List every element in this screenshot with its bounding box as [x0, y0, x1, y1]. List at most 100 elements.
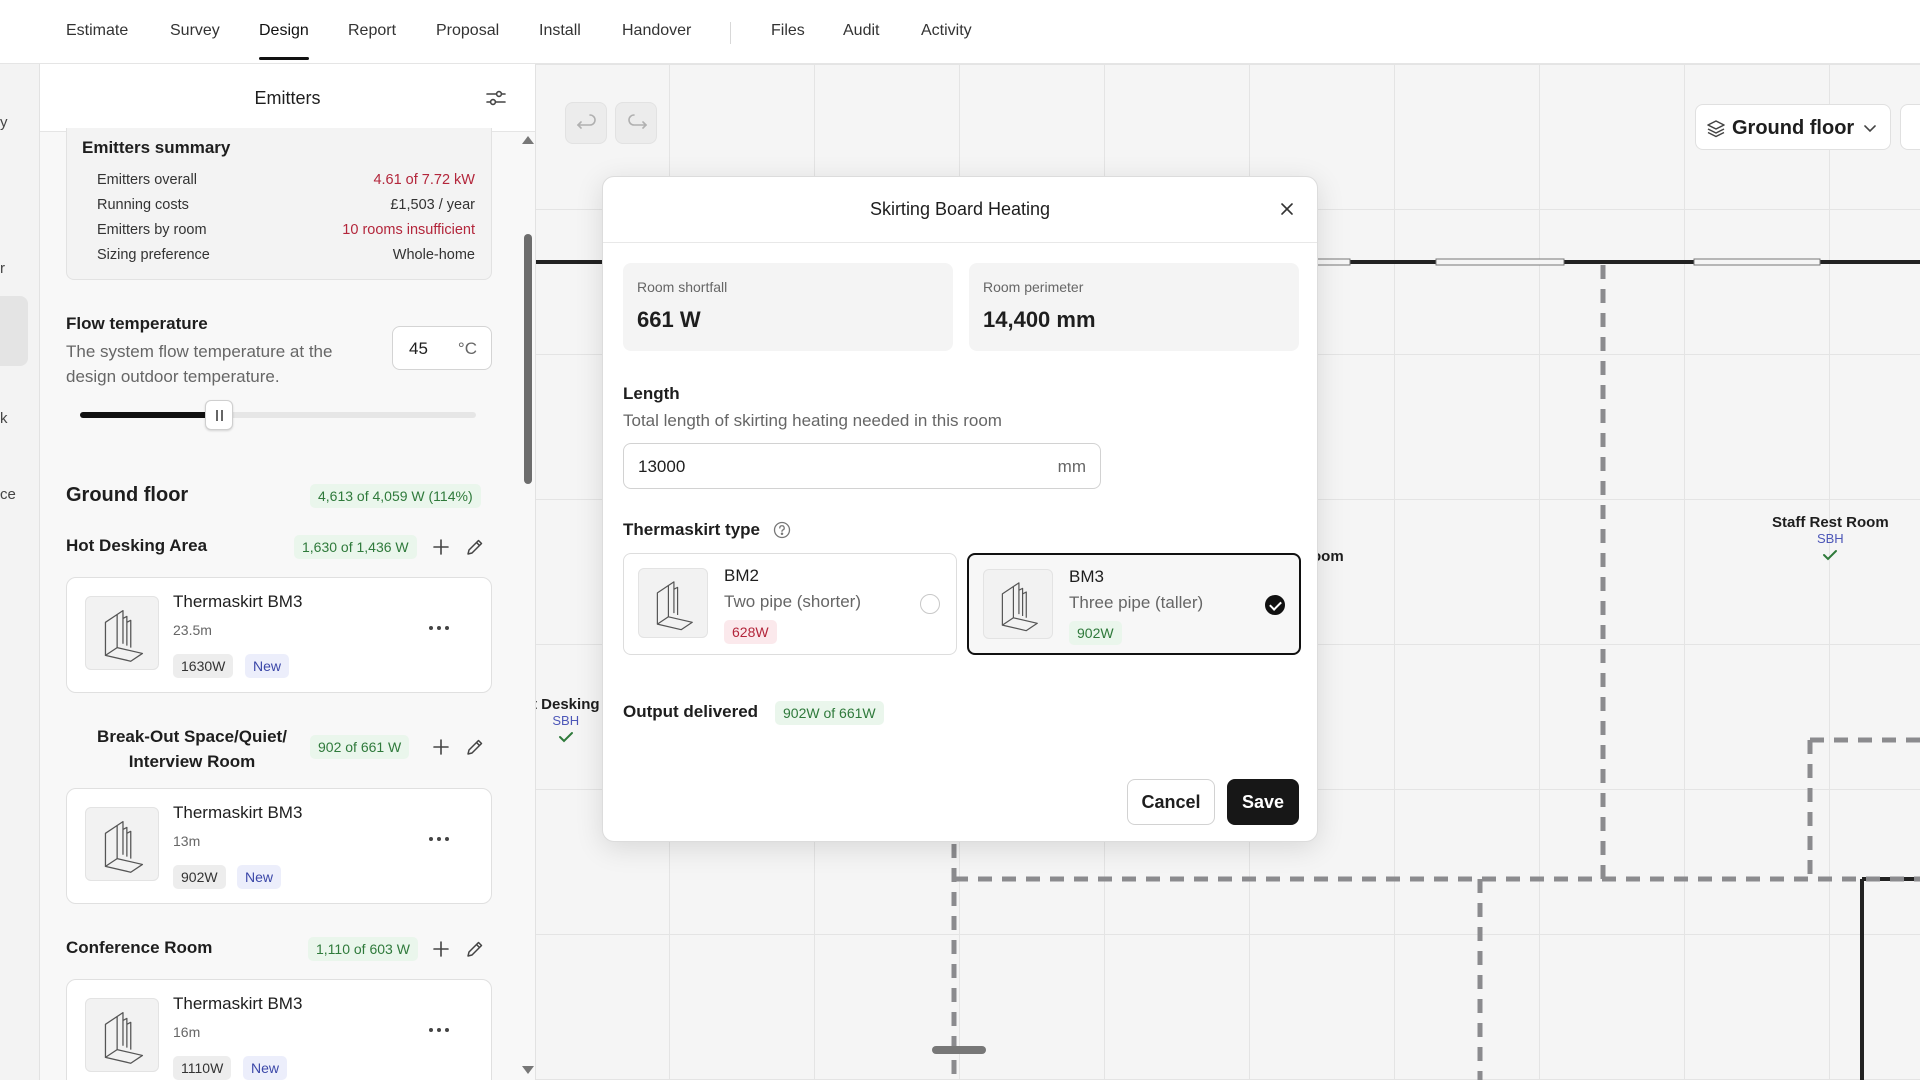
tab-estimate[interactable]: Estimate: [66, 22, 128, 40]
filter-settings-icon[interactable]: [484, 86, 508, 110]
save-button[interactable]: Save: [1227, 779, 1299, 825]
tab-activity[interactable]: Activity: [921, 22, 972, 40]
length-unit: mm: [1057, 457, 1086, 476]
scroll-thumb[interactable]: [524, 234, 532, 484]
emitter-length: 13m: [173, 833, 201, 849]
rail-fragment[interactable]: r: [0, 260, 5, 277]
emitter-name: Thermaskirt BM3: [173, 803, 303, 822]
tab-install[interactable]: Install: [539, 22, 581, 40]
tab-design[interactable]: Design: [259, 22, 309, 60]
flow-temperature-description: The system flow temperature at the desig…: [66, 342, 333, 386]
tab-report[interactable]: Report: [348, 22, 396, 40]
length-value[interactable]: 13000: [638, 457, 685, 477]
emitters-panel: Emitters Emitters summary Emitters overa…: [40, 64, 536, 1080]
emitter-new-badge: New: [237, 865, 282, 889]
emitter-new-badge: New: [243, 1056, 288, 1080]
cancel-button[interactable]: Cancel: [1127, 779, 1215, 825]
close-icon[interactable]: [1277, 199, 1297, 219]
nav-divider: [730, 22, 731, 44]
summary-label: Emitters by room: [97, 222, 207, 238]
panel-scrollbar[interactable]: [520, 132, 534, 1080]
check-icon: [558, 732, 573, 743]
type-option-bm3[interactable]: BM3 Three pipe (taller) 902W: [967, 553, 1301, 655]
output-delivered-badge: 902W of 661W: [775, 701, 884, 725]
add-emitter-icon[interactable]: [430, 536, 452, 558]
emitter-name: Thermaskirt BM3: [173, 994, 303, 1013]
emitter-power-badge: 1110W: [173, 1056, 232, 1080]
canvas-room-label-staff-rest[interactable]: Staff Rest Room SBH: [1772, 514, 1889, 568]
skirting-heating-dialog: Skirting Board Heating Room shortfall 66…: [602, 176, 1318, 842]
summary-row: Sizing preference Whole-home: [97, 247, 475, 263]
slider-handle[interactable]: [205, 400, 233, 430]
rail-fragment[interactable]: y: [0, 114, 8, 131]
emitter-card[interactable]: Thermaskirt BM3 23.5m 1630W New: [66, 577, 492, 693]
more-options-icon[interactable]: [427, 835, 451, 843]
room-output-badge: 1,110 of 603 W: [308, 937, 418, 961]
panel-header: Emitters: [40, 64, 535, 132]
tab-proposal[interactable]: Proposal: [436, 22, 499, 40]
flow-temperature-slider[interactable]: [80, 400, 476, 430]
emitter-card[interactable]: Thermaskirt BM3 13m 902W New: [66, 788, 492, 904]
undo-button[interactable]: [565, 102, 607, 144]
room-title-hot-desking: Hot Desking Area: [66, 536, 208, 555]
emitters-summary: Emitters summary Emitters overall 4.61 o…: [66, 128, 492, 280]
floor-title: Ground floor: [66, 484, 189, 506]
tab-files[interactable]: Files: [771, 22, 805, 40]
type-option-bm2[interactable]: BM2 Two pipe (shorter) 628W: [623, 553, 957, 655]
length-input[interactable]: 13000 mm: [623, 443, 1101, 489]
emitter-length: 23.5m: [173, 622, 212, 638]
rail-fragment[interactable]: k: [0, 410, 8, 427]
scroll-up-arrow[interactable]: [522, 136, 534, 144]
emitter-new-badge: New: [245, 654, 290, 678]
redo-button[interactable]: [615, 102, 657, 144]
canvas-room-tag: SBH: [1816, 531, 1844, 546]
emitter-card[interactable]: Thermaskirt BM3 16m 1110W New: [66, 979, 492, 1080]
room-output-badge: 1,630 of 1,436 W: [294, 535, 417, 559]
flow-temperature-value[interactable]: 45: [409, 339, 428, 359]
edit-room-icon[interactable]: [464, 736, 486, 758]
skirting-heater-thumbnail: [638, 568, 708, 638]
emitter-length: 16m: [173, 1024, 201, 1040]
rail-fragment[interactable]: ce: [0, 486, 16, 503]
tab-audit[interactable]: Audit: [843, 22, 879, 40]
chevron-down-icon: [1864, 125, 1876, 133]
tab-handover[interactable]: Handover: [622, 22, 691, 40]
option-radio[interactable]: [920, 594, 940, 614]
canvas-room-label-desking[interactable]: t Desking SBH: [536, 696, 600, 750]
panel-title: Emitters: [254, 88, 321, 108]
room-perimeter-stat: Room perimeter 14,400 mm: [969, 263, 1299, 351]
flow-temperature-unit: °C: [457, 339, 477, 358]
room-shortfall-stat: Room shortfall 661 W: [623, 263, 953, 351]
canvas-room-name: Staff Rest Room: [1772, 514, 1889, 531]
room-title-break-out-space: Break-Out Space/Quiet/ Interview Room: [97, 727, 287, 771]
summary-value: 10 rooms insufficient: [342, 222, 475, 238]
layers-icon: [1707, 120, 1725, 138]
top-navigation: Estimate Survey Design Report Proposal I…: [0, 0, 1920, 64]
summary-value: 4.61 of 7.72 kW: [373, 172, 475, 188]
more-options-icon[interactable]: [427, 1026, 451, 1034]
add-emitter-icon[interactable]: [430, 938, 452, 960]
summary-value: Whole-home: [392, 247, 475, 263]
summary-label: Emitters overall: [97, 172, 197, 188]
edit-room-icon[interactable]: [464, 938, 486, 960]
tab-survey[interactable]: Survey: [170, 22, 220, 40]
add-emitter-icon[interactable]: [430, 736, 452, 758]
rail-selected-item[interactable]: [0, 296, 28, 366]
output-delivered-label: Output delivered: [623, 702, 759, 721]
length-description: Total length of skirting heating needed …: [623, 411, 1002, 430]
option-radio-selected[interactable]: [1265, 595, 1285, 615]
scroll-down-arrow[interactable]: [522, 1066, 534, 1074]
floor-selector-label: Ground floor: [1732, 117, 1855, 139]
floor-selector[interactable]: Ground floor: [1695, 104, 1891, 150]
help-icon[interactable]: [773, 521, 791, 539]
emitter-power-badge: 1630W: [173, 654, 234, 678]
stat-value: 661 W: [637, 307, 701, 332]
option-description: Three pipe (taller): [1069, 593, 1204, 612]
canvas-settings-button[interactable]: [1900, 104, 1920, 150]
flow-temperature-input[interactable]: 45 °C: [392, 326, 492, 370]
skirting-heater-thumbnail: [85, 596, 159, 670]
thermaskirt-type-label: Thermaskirt type: [623, 520, 760, 539]
more-options-icon[interactable]: [427, 624, 451, 632]
option-code: BM3: [1069, 567, 1104, 586]
edit-room-icon[interactable]: [464, 536, 486, 558]
